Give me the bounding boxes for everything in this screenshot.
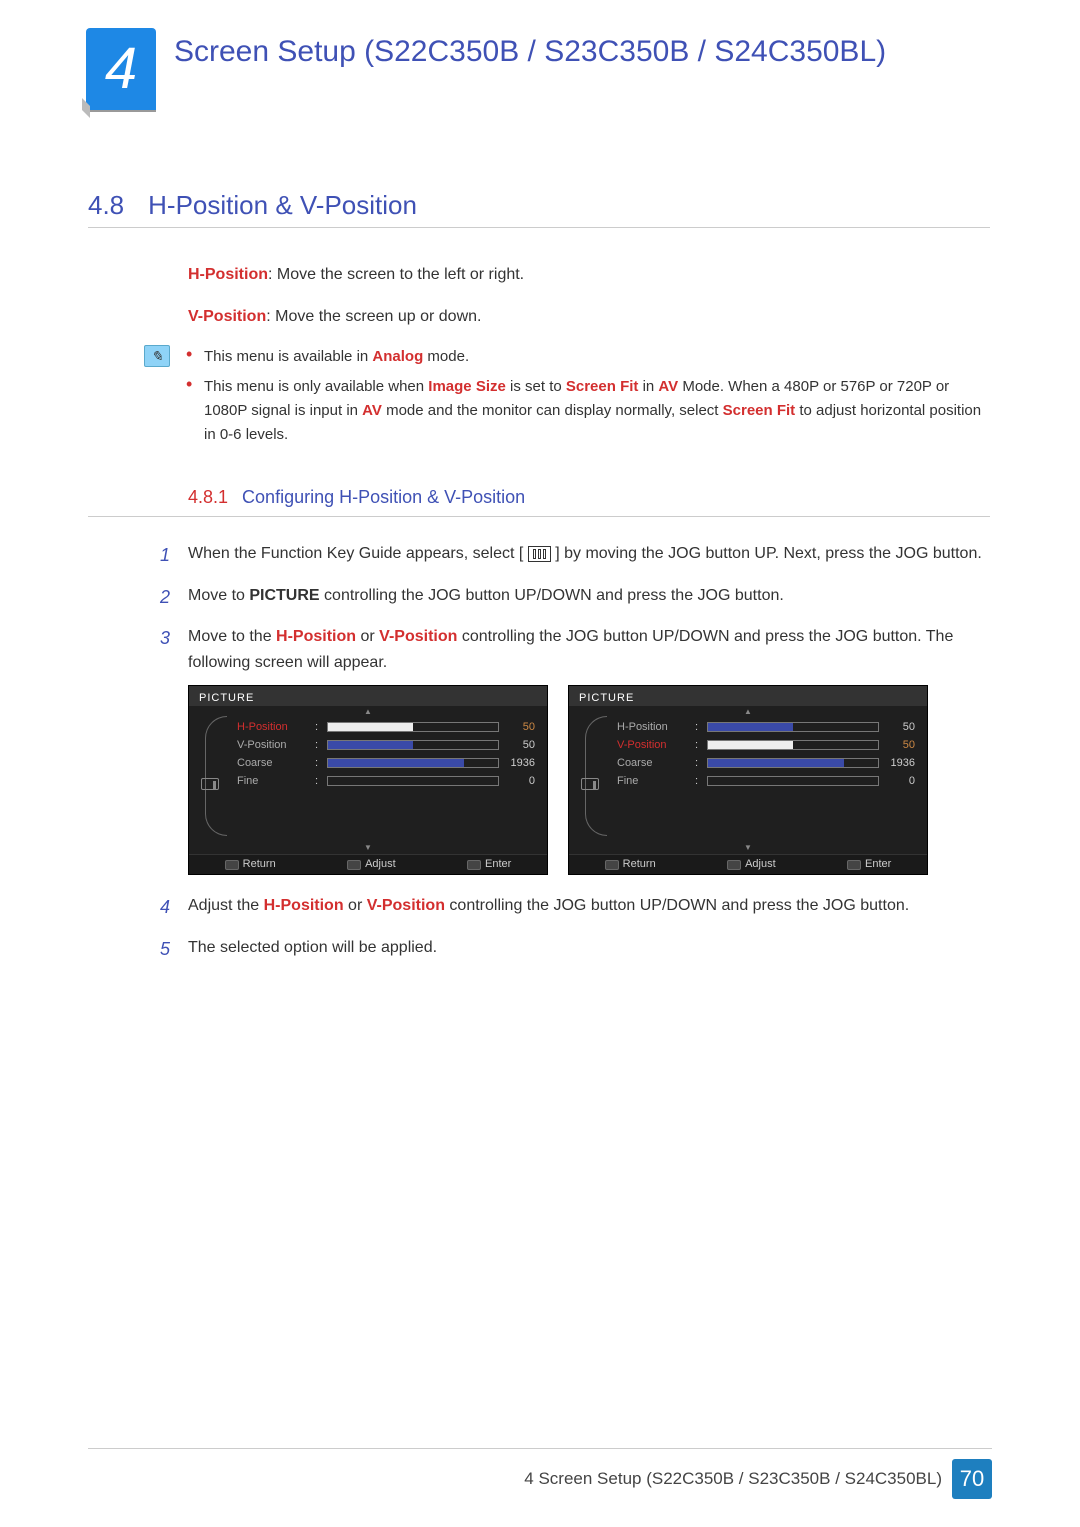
footer-chapter-ref: 4 Screen Setup (S22C350B / S23C350B / S2… [524,1469,942,1489]
section-number: 4.8 [88,190,124,221]
note-item-1: This menu is available in Analog mode. [186,345,990,369]
step-4: 4 Adjust the H-Position or V-Position co… [188,893,990,919]
note-icon: ✎ [144,345,170,367]
chapter-badge: 4 [86,28,156,110]
step-1: 1 When the Function Key Guide appears, s… [188,541,990,567]
definition-hposition: H-Position: Move the screen to the left … [188,262,990,288]
chapter-number: 4 [105,40,137,98]
aspect-icon [201,778,219,790]
osd-adjust: Adjust [727,856,776,874]
step-3: 3 Move to the H-Position or V-Position c… [188,624,990,875]
subsection-number: 4.8.1 [188,483,228,512]
osd-return: Return [225,856,276,874]
page-number: 70 [952,1459,992,1499]
step-2: 2 Move to PICTURE controlling the JOG bu… [188,583,990,609]
chapter-header: 4 Screen Setup (S22C350B / S23C350B / S2… [0,0,1080,110]
osd-enter: Enter [467,856,511,874]
osd-adjust: Adjust [347,856,396,874]
menu-icon [528,546,551,562]
osd-screenshot-hposition: PICTURE ▲ H-Position:50 V-Position:50 Co… [188,685,548,875]
subsection-title: Configuring H-Position & V-Position [242,483,525,512]
step-5: 5 The selected option will be applied. [188,935,990,961]
osd-enter: Enter [847,856,891,874]
down-arrow-icon: ▼ [189,842,547,852]
section-title: H-Position & V-Position [148,190,417,221]
chapter-title: Screen Setup (S22C350B / S23C350B / S24C… [156,28,886,70]
osd-title: PICTURE [189,686,547,706]
down-arrow-icon: ▼ [569,842,927,852]
osd-return: Return [605,856,656,874]
subsection-heading: 4.8.1 Configuring H-Position & V-Positio… [88,483,990,517]
note-block: ✎ This menu is available in Analog mode.… [188,345,990,453]
osd-title: PICTURE [569,686,927,706]
osd-screenshot-vposition: PICTURE ▲ H-Position:50 V-Position:50 Co… [568,685,928,875]
section-heading: 4.8 H-Position & V-Position [88,190,990,228]
aspect-icon [581,778,599,790]
definition-vposition: V-Position: Move the screen up or down. [188,304,990,330]
note-item-2: This menu is only available when Image S… [186,375,990,447]
page-footer: 4 Screen Setup (S22C350B / S23C350B / S2… [0,1448,1080,1499]
